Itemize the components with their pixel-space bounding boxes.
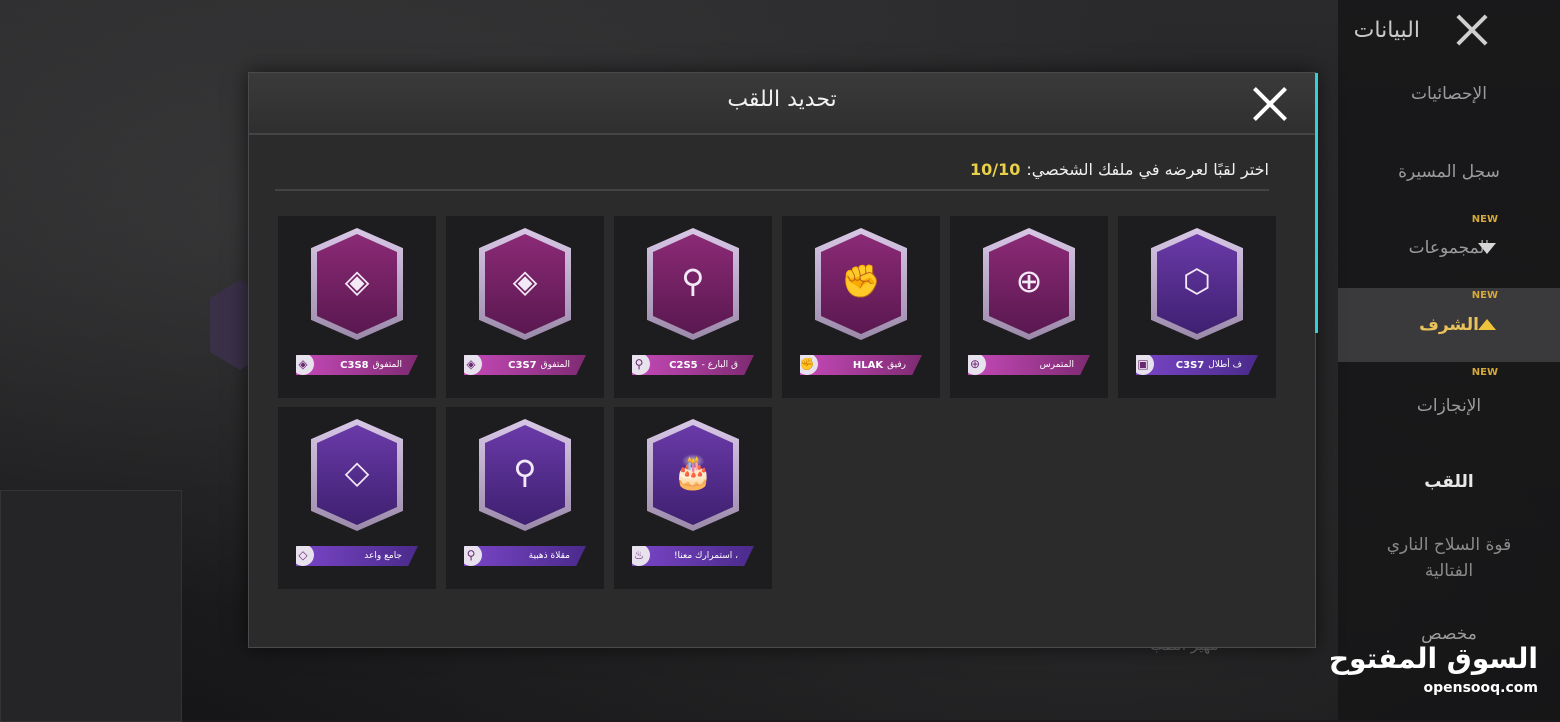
sidebar-title: البيانات bbox=[1353, 18, 1420, 43]
new-badge: NEW bbox=[1471, 290, 1498, 301]
title-name: المتفوق bbox=[540, 360, 570, 370]
sidebar-close-icon[interactable] bbox=[1454, 12, 1490, 48]
title-card[interactable]: ◈ ◈ C3S8 المتفوق bbox=[278, 216, 436, 398]
title-ribbon: ▣ C3S7 ف أطلال bbox=[1136, 355, 1258, 375]
title-card[interactable]: ⬡ ▣ C3S7 ف أطلال bbox=[1118, 216, 1276, 398]
title-name: المتمرس bbox=[1039, 360, 1074, 370]
title-card[interactable]: ⊕ ⊕ المتمرس bbox=[950, 216, 1108, 398]
cake-icon: ♨ bbox=[632, 546, 650, 566]
handshake-icon: ✊ bbox=[841, 262, 881, 300]
pin-icon: ⚲ bbox=[681, 262, 705, 300]
chevron-up-icon bbox=[1478, 319, 1496, 330]
sidebar-item-label: الإنجازات bbox=[1416, 396, 1482, 416]
sidebar-item-statistics[interactable]: الإحصائيات bbox=[1338, 64, 1560, 124]
pan-icon: ⚲ bbox=[513, 453, 537, 491]
title-ribbon: ◈ C3S7 المتفوق bbox=[464, 355, 586, 375]
sidebar-item-career-log[interactable]: سجل المسيرة bbox=[1338, 142, 1560, 202]
title-card[interactable]: ◇ ◇ جامع واعد bbox=[278, 407, 436, 589]
title-emblem: 🎂 bbox=[647, 419, 739, 531]
selection-count: 10/10 bbox=[969, 160, 1021, 179]
title-ribbon: ⚲ مقلاة ذهبية bbox=[464, 546, 586, 566]
title-code: C3S8 bbox=[340, 359, 369, 371]
chevron-down-icon bbox=[1478, 243, 1496, 254]
title-ribbon: ✊ HLAK رفيق bbox=[800, 355, 922, 375]
book-icon: ⬡ bbox=[1183, 262, 1211, 300]
title-emblem: ⬡ bbox=[1151, 228, 1243, 340]
sidebar-item-label: الشرف bbox=[1419, 315, 1479, 335]
sidebar-item-label: الإحصائيات bbox=[1411, 84, 1487, 104]
title-ribbon: ⊕ المتمرس bbox=[968, 355, 1090, 375]
cake-icon: 🎂 bbox=[673, 453, 713, 491]
title-emblem: ◈ bbox=[311, 228, 403, 340]
sidebar-item-label: سجل المسيرة bbox=[1398, 162, 1500, 182]
handshake-icon: ✊ bbox=[800, 355, 818, 375]
instruction-text: اختر لقبًا لعرضه في ملفك الشخصي: bbox=[1026, 160, 1269, 179]
title-name: ، استمرارك معنا! bbox=[673, 551, 738, 561]
gem-icon: ◈ bbox=[296, 355, 314, 375]
crosshair-icon: ⊕ bbox=[1015, 262, 1043, 300]
title-name: مقلاة ذهبية bbox=[528, 551, 570, 561]
title-ribbon: ♨ ، استمرارك معنا! bbox=[632, 546, 754, 566]
title-name: جامع واعد bbox=[364, 551, 402, 561]
title-code: HLAK bbox=[852, 359, 884, 371]
pin-icon: ⚲ bbox=[632, 355, 650, 375]
gem-icon: ◈ bbox=[344, 262, 370, 300]
sidebar-item-honor[interactable]: الشرف bbox=[1338, 288, 1560, 362]
title-emblem: ✊ bbox=[815, 228, 907, 340]
close-icon[interactable] bbox=[1251, 85, 1289, 123]
title-code: C2S5 bbox=[669, 359, 698, 371]
title-emblem: ⚲ bbox=[479, 419, 571, 531]
gem-icon: ◈ bbox=[464, 355, 482, 375]
crosshair-icon: ⊕ bbox=[968, 355, 986, 375]
title-name: المتفوق bbox=[372, 360, 402, 370]
title-card[interactable]: ⚲ ⚲ C2S5 ق البارع - bbox=[614, 216, 772, 398]
sidebar-item-weapon-power[interactable]: قوة السلاح الناري الفتالية bbox=[1338, 528, 1560, 588]
title-card[interactable]: ⚲ ⚲ مقلاة ذهبية bbox=[446, 407, 604, 589]
title-card[interactable]: ◈ ◈ C3S7 المتفوق bbox=[446, 216, 604, 398]
diamond-icon: ◇ bbox=[296, 546, 314, 566]
watermark-url: opensooq.com bbox=[1423, 680, 1538, 696]
title-name: رفيق bbox=[887, 360, 906, 370]
sidebar-item-groups[interactable]: المجموعات bbox=[1338, 218, 1560, 278]
title-emblem: ◈ bbox=[479, 228, 571, 340]
title-ribbon: ⚲ C2S5 ق البارع - bbox=[632, 355, 754, 375]
pan-icon: ⚲ bbox=[464, 546, 482, 566]
divider bbox=[275, 189, 1269, 191]
title-ribbon: ◈ C3S8 المتفوق bbox=[296, 355, 418, 375]
title-code: C3S7 bbox=[508, 359, 537, 371]
book-icon: ▣ bbox=[1136, 355, 1154, 375]
select-title-dialog: تحديد اللقب اختر لقبًا لعرضه في ملفك الش… bbox=[248, 72, 1318, 648]
background-panel bbox=[0, 490, 182, 722]
sidebar-item-title[interactable]: اللقب bbox=[1338, 452, 1560, 512]
sidebar-item-label: اللقب bbox=[1424, 472, 1474, 492]
dialog-title: تحديد اللقب bbox=[727, 87, 837, 112]
title-name: ف أطلال bbox=[1208, 360, 1242, 370]
watermark-logo: السوق المفتوح bbox=[1328, 642, 1539, 675]
title-name: ق البارع - bbox=[701, 360, 738, 370]
title-card[interactable]: ✊ ✊ HLAK رفيق bbox=[782, 216, 940, 398]
data-sidebar: البيانات الإحصائيات سجل المسيرة NEW المج… bbox=[1338, 0, 1560, 720]
instruction: اختر لقبًا لعرضه في ملفك الشخصي: 10/10 bbox=[970, 160, 1269, 179]
title-card[interactable]: 🎂 ♨ ، استمرارك معنا! bbox=[614, 407, 772, 589]
title-emblem: ⚲ bbox=[647, 228, 739, 340]
sidebar-item-achievements[interactable]: الإنجازات bbox=[1338, 376, 1560, 436]
title-ribbon: ◇ جامع واعد bbox=[296, 546, 418, 566]
title-emblem: ⊕ bbox=[983, 228, 1075, 340]
diamond-icon: ◇ bbox=[344, 453, 370, 491]
gem-icon: ◈ bbox=[512, 262, 538, 300]
sidebar-item-label: قوة السلاح الناري الفتالية bbox=[1386, 535, 1512, 581]
title-emblem: ◇ bbox=[311, 419, 403, 531]
dialog-header: تحديد اللقب bbox=[249, 73, 1315, 135]
title-code: C3S7 bbox=[1175, 359, 1205, 371]
